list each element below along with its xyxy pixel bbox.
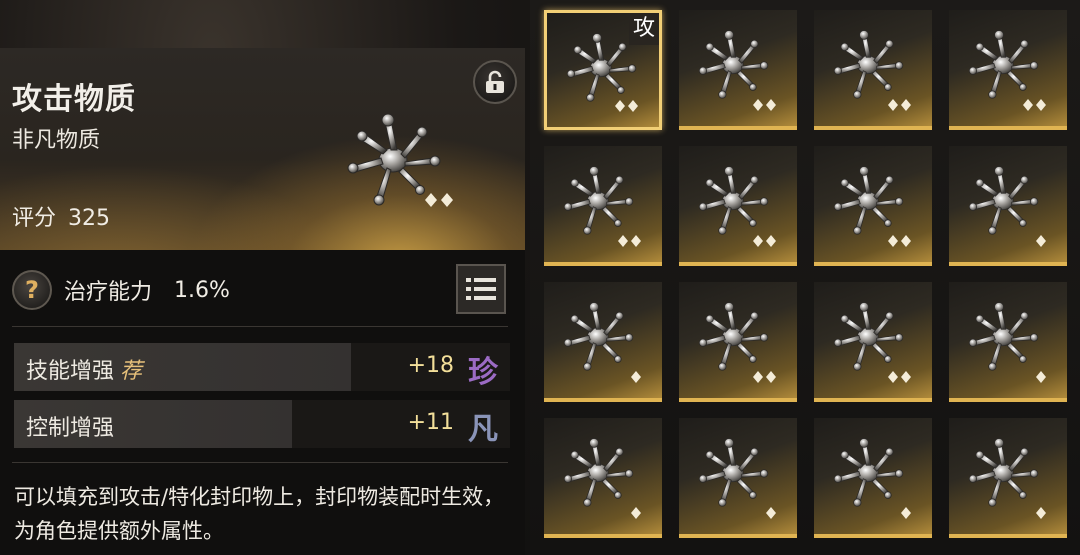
sub-stat-grade: 珍 xyxy=(468,355,498,390)
rarity-diamonds xyxy=(888,371,911,383)
lock-toggle-button[interactable] xyxy=(473,60,517,104)
sub-stat-row: 控制增强 +11 凡 xyxy=(14,400,510,448)
inventory-slot[interactable] xyxy=(949,282,1067,402)
rarity-diamonds xyxy=(615,100,638,112)
splat-material-icon xyxy=(698,166,769,235)
rarity-diamonds xyxy=(766,507,776,519)
splat-material-icon xyxy=(833,302,904,371)
splat-material-icon xyxy=(833,30,904,99)
inventory-slot[interactable] xyxy=(949,418,1067,538)
rarity-diamonds xyxy=(753,371,776,383)
splat-material-icon xyxy=(698,30,769,99)
divider xyxy=(12,462,508,463)
sub-stat-label: 技能增强荐 xyxy=(26,359,143,384)
inventory-slot[interactable]: 攻 xyxy=(544,10,662,130)
rarity-diamonds xyxy=(1036,235,1046,247)
item-detail-panel: 攻击物质 非凡物质 评分 325 ? 治疗能力 1.6% 技能增强 荐 +18 … xyxy=(0,48,525,555)
score-value: 325 xyxy=(68,206,111,231)
inventory-slot[interactable] xyxy=(679,10,797,130)
item-detail-header: 攻击物质 非凡物质 评分 325 xyxy=(0,48,525,250)
splat-material-icon xyxy=(698,302,769,371)
splat-material-icon xyxy=(698,438,769,507)
main-stat-label: 治疗能力 xyxy=(64,280,153,305)
details-list-button[interactable] xyxy=(456,264,506,314)
rarity-diamonds xyxy=(888,235,911,247)
main-stat-value: 1.6% xyxy=(174,277,230,303)
rarity-diamonds xyxy=(631,371,641,383)
sub-stat-value: +18 xyxy=(407,353,454,378)
item-description: 可以填充到攻击/特化封印物上，封印物装配时生效，为角色提供额外属性。 xyxy=(14,485,505,543)
score-label: 评分 xyxy=(12,206,57,231)
slot-type-tag: 攻 xyxy=(629,13,659,45)
rarity-diamonds xyxy=(1036,507,1046,519)
rarity-diamonds xyxy=(425,193,453,207)
rarity-diamonds xyxy=(753,99,776,111)
inventory-grid: 攻 xyxy=(544,10,1080,555)
main-stat-row: ? 治疗能力 1.6% xyxy=(12,270,452,310)
splat-material-icon xyxy=(968,30,1039,99)
rarity-diamonds xyxy=(631,507,641,519)
item-title: 攻击物质 xyxy=(12,82,136,117)
sub-stat-label: 控制增强 xyxy=(26,416,115,441)
inventory-slot[interactable] xyxy=(679,282,797,402)
divider xyxy=(12,326,508,327)
splat-material-icon xyxy=(347,113,453,207)
splat-material-icon xyxy=(563,302,634,371)
splat-material-icon xyxy=(563,166,634,235)
splat-material-icon xyxy=(968,166,1039,235)
splat-material-icon xyxy=(968,302,1039,371)
inventory-slot[interactable] xyxy=(544,282,662,402)
splat-material-icon xyxy=(833,438,904,507)
sub-stat-grade: 凡 xyxy=(468,412,498,447)
inventory-slot[interactable] xyxy=(814,146,932,266)
rarity-diamonds xyxy=(618,235,641,247)
inventory-slot[interactable] xyxy=(814,10,932,130)
inventory-slot[interactable] xyxy=(544,418,662,538)
inventory-slot[interactable] xyxy=(814,418,932,538)
score-row: 评分 325 xyxy=(12,200,110,232)
recommended-tag: 荐 xyxy=(120,359,143,384)
inventory-slot[interactable] xyxy=(814,282,932,402)
rarity-diamonds xyxy=(1023,99,1046,111)
item-subtitle: 非凡物质 xyxy=(12,128,101,153)
inventory-slot[interactable] xyxy=(544,146,662,266)
inventory-slot[interactable] xyxy=(679,146,797,266)
question-mark-icon[interactable]: ? xyxy=(12,270,52,310)
inventory-slot[interactable] xyxy=(949,10,1067,130)
unlock-icon xyxy=(486,70,504,93)
sub-stat-value: +11 xyxy=(407,410,454,435)
splat-material-icon xyxy=(968,438,1039,507)
rarity-diamonds xyxy=(753,235,776,247)
inventory-slot[interactable] xyxy=(949,146,1067,266)
inventory-slot[interactable] xyxy=(679,418,797,538)
list-icon xyxy=(466,278,496,300)
rarity-diamonds xyxy=(1036,371,1046,383)
splat-material-icon xyxy=(833,166,904,235)
splat-material-icon xyxy=(563,438,634,507)
sub-stat-row: 技能增强荐 +18 珍 xyxy=(14,343,510,391)
rarity-diamonds xyxy=(888,99,911,111)
rarity-diamonds xyxy=(901,507,911,519)
